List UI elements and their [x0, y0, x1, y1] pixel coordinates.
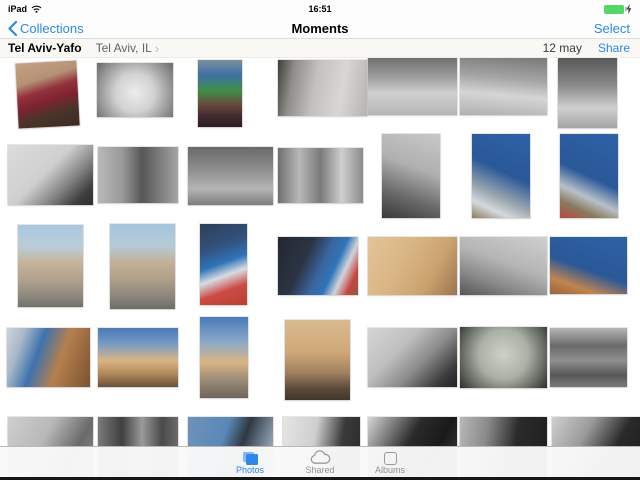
photo-thumbnail-bw-pole-wires-lookup-1[interactable]: [368, 328, 457, 387]
photo-thumbnail-blue-sky-pole-no-entry-sign[interactable]: [560, 134, 618, 218]
photo-thumbnail-bw-ghost-graffiti-wall[interactable]: [278, 60, 367, 116]
moment-location-label: Tel Aviv, IL: [96, 41, 152, 55]
photo-thumbnail-kiosk-street-flags-1[interactable]: [18, 225, 83, 307]
photo-thumbnail-bw-park-tree-1[interactable]: [368, 57, 457, 115]
tab-shared[interactable]: Shared: [298, 449, 342, 475]
photo-thumbnail-shop-posters[interactable]: [198, 60, 242, 127]
photo-thumbnail-construction-tower-cranes[interactable]: [7, 328, 90, 387]
tab-albums-label: Albums: [375, 466, 405, 475]
shared-cloud-icon: [309, 450, 331, 465]
location-chevron-icon: ›: [155, 42, 159, 55]
moment-title: Tel Aviv-Yafo: [8, 41, 82, 55]
navigation-bar: Collections Moments Select: [0, 18, 640, 39]
tab-photos[interactable]: Photos: [228, 449, 272, 475]
tab-bar: Photos Shared Albums: [0, 446, 640, 477]
photo-thumbnail-bw-building-facade[interactable]: [278, 148, 363, 203]
status-time: 16:51: [0, 4, 640, 14]
share-button[interactable]: Share: [598, 41, 630, 55]
photo-thumbnail-kiosk-street-flags-2[interactable]: [110, 224, 175, 309]
albums-square-icon: [384, 452, 397, 465]
battery-charging-icon: [604, 5, 624, 14]
page-title: Moments: [0, 21, 640, 36]
photo-thumbnail-bw-street-sign-bins[interactable]: [188, 147, 273, 205]
select-button[interactable]: Select: [594, 21, 630, 36]
tab-albums[interactable]: Albums: [368, 449, 412, 475]
photo-thumbnail-bw-park-handstand[interactable]: [558, 57, 617, 128]
photo-thumbnail-blue-sky-tower-pole[interactable]: [472, 134, 530, 218]
photos-stack-icon: [243, 452, 258, 465]
photo-thumbnail-sunlit-wall-face-shadow[interactable]: [368, 237, 457, 295]
photos-app-screen: iPad 16:51 Collections Moments Select: [0, 0, 640, 480]
photo-thumbnail-dog-in-red-bed[interactable]: [15, 60, 79, 128]
photo-thumbnail-bw-dog-sleeping[interactable]: [97, 63, 173, 117]
moment-location-link[interactable]: Tel Aviv, IL ›: [96, 41, 160, 55]
photo-thumbnail-crane-sunset-building[interactable]: [550, 237, 627, 294]
photo-thumbnail-bw-pole-wires-lookup-2[interactable]: [460, 327, 547, 388]
photo-thumbnail-sunset-street-tower-1[interactable]: [98, 328, 178, 387]
photo-thumbnail-bw-park-tree-2[interactable]: [460, 57, 547, 115]
tab-shared-label: Shared: [305, 466, 334, 475]
tab-photos-label: Photos: [236, 466, 264, 475]
photo-thumbnail-bw-restaurant-storefront[interactable]: [550, 328, 627, 387]
photo-thumbnail-signs-building-closeup[interactable]: [278, 237, 358, 295]
moment-date: 12 may: [543, 41, 582, 55]
photo-thumbnail-bw-street-storefront[interactable]: [98, 147, 178, 203]
status-bar: iPad 16:51: [0, 0, 640, 18]
moment-header: Tel Aviv-Yafo Tel Aviv, IL › 12 may Shar…: [0, 39, 640, 58]
photo-thumbnail-turn-yield-signs-portrait[interactable]: [200, 224, 247, 305]
battery-tip: [625, 7, 627, 11]
photo-grid: [0, 0, 640, 480]
photo-thumbnail-sunset-street-view-portrait[interactable]: [200, 317, 248, 398]
photo-thumbnail-street-person-portrait[interactable]: [285, 320, 350, 400]
photo-thumbnail-bw-tower-utility-pole[interactable]: [382, 134, 440, 218]
photo-thumbnail-bw-striped-shoulder[interactable]: [8, 145, 93, 205]
photo-thumbnail-bw-construction-crane[interactable]: [460, 237, 547, 295]
